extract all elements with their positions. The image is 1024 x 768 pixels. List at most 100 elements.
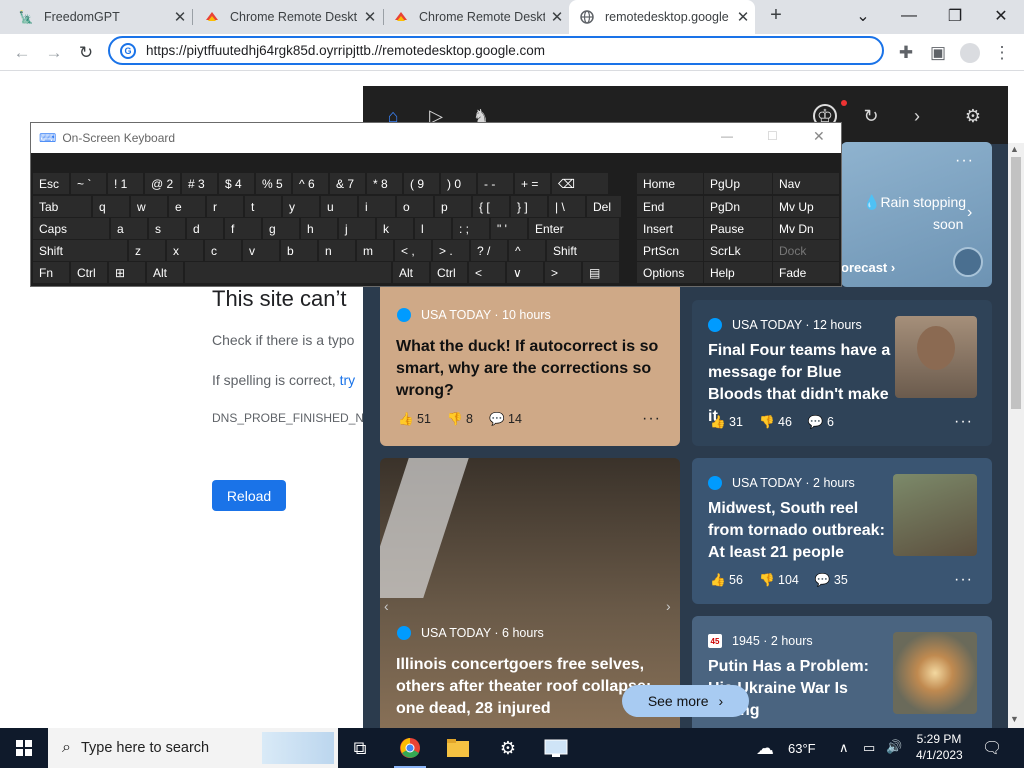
osk-key-key-3-9[interactable]: > .	[433, 240, 469, 261]
osk-key-7[interactable]: & 7	[330, 173, 365, 194]
osk-key-u[interactable]: u	[321, 196, 357, 217]
settings-gear-icon[interactable]: ⚙	[961, 104, 985, 128]
osk-key-3[interactable]: # 3	[182, 173, 217, 194]
carousel-prev-icon[interactable]: ‹	[384, 598, 389, 614]
osk-key-esc[interactable]: Esc	[33, 173, 69, 194]
profile-avatar[interactable]	[956, 39, 984, 67]
notification-center-icon[interactable]: 🗨	[982, 738, 1002, 758]
osk-key-end[interactable]: End	[637, 196, 703, 217]
osk-key-pgdn[interactable]: PgDn	[704, 196, 772, 217]
next-chevron-icon[interactable]: ›	[905, 104, 929, 128]
more-options-icon[interactable]: ···	[955, 152, 974, 170]
osk-key-del[interactable]: Del	[587, 196, 621, 217]
osk-key-key-4-9[interactable]: >	[545, 262, 581, 283]
osk-key-key-3-11[interactable]: ^	[509, 240, 545, 261]
close-tab-icon[interactable]: ✕	[168, 8, 192, 26]
osk-key-nav[interactable]: Nav	[773, 173, 839, 194]
tab-freedomgpt[interactable]: 🗽 FreedomGPT ✕	[8, 0, 192, 34]
more-options-icon[interactable]: ···	[954, 413, 973, 431]
osk-key-8[interactable]: * 8	[367, 173, 402, 194]
close-tab-icon[interactable]: ✕	[545, 8, 569, 26]
osk-key-a[interactable]: a	[111, 218, 147, 239]
osk-close-button[interactable]: ✕	[813, 128, 825, 145]
reload-icon[interactable]: ↻	[72, 39, 100, 67]
osk-key-scrlk[interactable]: ScrLk	[704, 240, 772, 261]
osk-key-enter[interactable]: Enter	[529, 218, 619, 239]
side-panel-icon[interactable]: ▣	[924, 39, 952, 67]
osk-key-key-1-13[interactable]: | \	[549, 196, 585, 217]
osk-key-key-2-10[interactable]: : ;	[453, 218, 489, 239]
forward-button[interactable]: →	[40, 39, 68, 67]
osk-key-m[interactable]: m	[357, 240, 393, 261]
osk-key-o[interactable]: o	[397, 196, 433, 217]
osk-key-f[interactable]: f	[225, 218, 261, 239]
osk-key-mv-dn[interactable]: Mv Dn	[773, 218, 839, 239]
osk-key-2[interactable]: @ 2	[145, 173, 180, 194]
osk-minimize-button[interactable]: —	[721, 129, 733, 143]
news-card-autocorrect[interactable]: USA TODAY · 10 hours What the duck! If a…	[380, 282, 680, 446]
osk-key-v[interactable]: v	[243, 240, 279, 261]
osk-key-t[interactable]: t	[245, 196, 281, 217]
close-tab-icon[interactable]: ✕	[731, 8, 755, 26]
task-view-icon[interactable]: ⧉	[336, 728, 384, 768]
osk-key-key-4-8[interactable]: ∨	[507, 262, 543, 283]
comment-count[interactable]: 💬 35	[815, 573, 848, 588]
reload-button[interactable]: Reload	[212, 480, 286, 511]
taskbar-temperature[interactable]: 63°F	[788, 741, 816, 756]
windows-start-icon[interactable]	[0, 728, 48, 768]
dislike-count[interactable]: 👎 46	[759, 415, 792, 430]
osk-key-pause[interactable]: Pause	[704, 218, 772, 239]
osk-key-j[interactable]: j	[339, 218, 375, 239]
tab-remote-desktop-2[interactable]: Chrome Remote Deskt ✕	[383, 0, 569, 34]
comment-count[interactable]: 💬 14	[489, 412, 522, 427]
show-hidden-icons-chevron-icon[interactable]: ∧	[839, 740, 849, 756]
osk-key-9[interactable]: ( 9	[404, 173, 439, 194]
osk-key-5[interactable]: % 5	[256, 173, 291, 194]
osk-key-key-1-12[interactable]: } ]	[511, 196, 547, 217]
osk-key-key-1-11[interactable]: { [	[473, 196, 509, 217]
osk-key-alt[interactable]: Alt	[393, 262, 429, 283]
carousel-next-icon[interactable]: ›	[666, 598, 671, 614]
close-window-button[interactable]: ✕	[978, 0, 1024, 32]
osk-key-insert[interactable]: Insert	[637, 218, 703, 239]
osk-key-0[interactable]: ) 0	[441, 173, 476, 194]
osk-key-6[interactable]: ^ 6	[293, 173, 328, 194]
osk-key-e[interactable]: e	[169, 196, 205, 217]
error-try-link[interactable]: try	[340, 372, 356, 388]
osk-key-i[interactable]: i	[359, 196, 395, 217]
osk-key-c[interactable]: c	[205, 240, 241, 261]
taskbar-clock[interactable]: 5:29 PM 4/1/2023	[916, 732, 963, 762]
osk-key-shift[interactable]: Shift	[33, 240, 127, 261]
comment-count[interactable]: 💬 6	[808, 415, 834, 430]
taskbar-search-box[interactable]: ⌕ Type here to search	[48, 728, 338, 768]
tab-remotedesktop-active[interactable]: remotedesktop.google ✕	[569, 0, 755, 34]
osk-key-ctrl[interactable]: Ctrl	[431, 262, 467, 283]
osk-key-ctrl[interactable]: Ctrl	[71, 262, 107, 283]
osk-key-x[interactable]: x	[167, 240, 203, 261]
more-options-icon[interactable]: ···	[954, 571, 973, 589]
osk-key-fn[interactable]: Fn	[33, 262, 69, 283]
refresh-icon[interactable]: ↻	[859, 104, 883, 128]
minimize-button[interactable]: —	[886, 0, 932, 32]
weather-card[interactable]: ··· 💧Rain stopping soon › orecast ›	[841, 142, 992, 287]
osk-key-shift[interactable]: Shift	[547, 240, 619, 261]
weather-cloud-icon[interactable]: ☁	[756, 738, 774, 759]
network-icon[interactable]: ▭	[863, 740, 875, 756]
maximize-button[interactable]: ❐	[932, 0, 978, 32]
news-card-final-four[interactable]: USA TODAY · 12 hours Final Four teams ha…	[692, 300, 992, 446]
osk-key-key-4-2[interactable]: ⊞	[109, 262, 145, 283]
extensions-icon[interactable]: ✚	[892, 39, 920, 67]
osk-key-fade[interactable]: Fade	[773, 262, 839, 283]
close-tab-icon[interactable]: ✕	[358, 8, 382, 26]
like-count[interactable]: 👍 31	[710, 415, 743, 430]
osk-key-h[interactable]: h	[301, 218, 337, 239]
osk-key-dock[interactable]: Dock	[773, 240, 839, 261]
osk-key-key-0-13[interactable]: + =	[515, 173, 550, 194]
osk-key-d[interactable]: d	[187, 218, 223, 239]
address-bar[interactable]: G https://piytffuutedhj64rgk85d.oyrripjt…	[108, 36, 884, 65]
scrollbar-thumb[interactable]	[1011, 157, 1021, 409]
osk-key-key-0-12[interactable]: - -	[478, 173, 513, 194]
osk-key-p[interactable]: p	[435, 196, 471, 217]
osk-key-prtscn[interactable]: PrtScn	[637, 240, 703, 261]
dislike-count[interactable]: 👎 104	[759, 573, 799, 588]
